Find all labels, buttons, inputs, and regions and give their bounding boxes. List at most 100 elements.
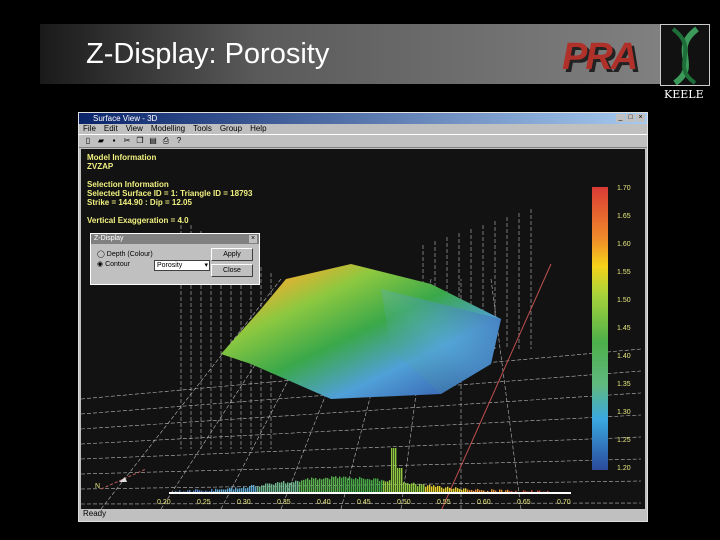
colorbar-tick-label: 1.65 (617, 213, 631, 220)
pra-logo: PRA (562, 36, 636, 79)
histogram-bar (393, 448, 394, 493)
histogram-bar (385, 481, 386, 493)
menu-edit[interactable]: Edit (104, 124, 118, 134)
histogram-bar (433, 485, 434, 493)
help-icon[interactable]: ? (174, 136, 184, 146)
histogram-bar (421, 484, 422, 493)
histogram-bar (427, 485, 428, 493)
grid-line (81, 437, 641, 459)
histogram-tick-label: 0.60 (477, 499, 491, 506)
histogram-bar (349, 477, 350, 493)
histogram-bar (327, 478, 328, 493)
3d-view[interactable]: Model Information ZVZAP Selection Inform… (81, 149, 645, 509)
histogram-bar (373, 479, 374, 493)
menu-bar: File Edit View Modelling Tools Group Hel… (79, 124, 647, 134)
apply-button[interactable]: Apply (211, 248, 253, 261)
histogram-bar (369, 479, 370, 493)
histogram-bar (341, 478, 342, 493)
histogram-bar (325, 478, 326, 493)
close-dialog-button[interactable]: Close (211, 264, 253, 277)
maximize-button[interactable]: □ (626, 114, 635, 122)
radio-depth-colour[interactable]: ◯ Depth (Colour) (97, 250, 153, 258)
histogram-bar (333, 477, 334, 493)
window-title: Surface View - 3D (93, 114, 157, 123)
cut-icon[interactable]: ✂ (122, 136, 132, 146)
colorbar-tick-label: 1.25 (617, 437, 631, 444)
print-icon[interactable]: ⎙ (161, 136, 171, 146)
selection-strike-dip: Strike = 144.90 : Dip = 12.05 (87, 198, 252, 207)
colorbar-tick-label: 1.70 (617, 185, 631, 192)
histogram-bar (295, 481, 296, 493)
histogram-bar (297, 481, 298, 493)
colorbar-tick-label: 1.50 (617, 297, 631, 304)
histogram-bar (271, 484, 272, 493)
histogram-bar (289, 483, 290, 493)
colorbar-tick-label: 1.35 (617, 381, 631, 388)
histogram-bar (353, 479, 354, 493)
histogram-bar (417, 486, 418, 493)
histogram-bar (407, 483, 408, 493)
histogram-bar (371, 480, 372, 493)
histogram-bar (381, 480, 382, 493)
histogram-bar (285, 483, 286, 493)
menu-tools[interactable]: Tools (193, 124, 212, 134)
app-window: Surface View - 3D _ □ × File Edit View Mod… (78, 112, 648, 522)
histogram-bar (277, 482, 278, 493)
property-select[interactable]: Porosity ▾ (154, 260, 210, 271)
z-display-dialog: Z-Display × ◯ Depth (Colour) ◉ Contour Po… (90, 233, 260, 285)
model-name: ZVZAP (87, 162, 252, 171)
color-scale-bar (592, 187, 608, 470)
minimize-button[interactable]: _ (616, 114, 625, 122)
histogram-bar (379, 481, 380, 493)
info-panel: Model Information ZVZAP Selection Inform… (87, 153, 252, 225)
histogram-bar (251, 485, 252, 493)
histogram-bar (397, 468, 398, 493)
histogram-bar (415, 484, 416, 493)
radio-contour-label: Contour (105, 261, 130, 268)
histogram-bar (335, 476, 336, 493)
histogram-bar (383, 481, 384, 493)
menu-group[interactable]: Group (220, 124, 242, 134)
histogram-tick-label: 0.70 (557, 499, 571, 506)
histogram-bar (315, 478, 316, 493)
histogram-bar (299, 482, 300, 493)
compass-label: N (95, 483, 100, 490)
histogram-bar (345, 477, 346, 493)
histogram-bar (249, 486, 250, 493)
grid-line (491, 279, 521, 509)
radio-contour[interactable]: ◉ Contour (97, 260, 130, 268)
colorbar-tick-label: 1.55 (617, 269, 631, 276)
histogram-bar (405, 483, 406, 493)
histogram-bar (411, 483, 412, 493)
histogram-bar (363, 479, 364, 493)
open-icon[interactable]: ▰ (96, 136, 106, 146)
histogram-bar (279, 483, 280, 493)
info-heading: Model Information (87, 153, 252, 162)
dialog-close-icon[interactable]: × (249, 235, 257, 243)
window-title-bar: Surface View - 3D _ □ × (79, 113, 647, 124)
save-icon[interactable]: ▪ (109, 136, 119, 146)
close-button[interactable]: × (636, 114, 645, 122)
histogram-tick-label: 0.35 (277, 499, 291, 506)
histogram-bar (313, 479, 314, 493)
histogram-bar (391, 448, 392, 493)
paste-icon[interactable]: ▤ (148, 136, 158, 146)
menu-view[interactable]: View (126, 124, 143, 134)
histogram-bar (351, 478, 352, 493)
histogram-tick-label: 0.45 (357, 499, 371, 506)
new-icon[interactable]: ▯ (83, 136, 93, 146)
histogram-tick-label: 0.30 (237, 499, 251, 506)
histogram-bar (357, 479, 358, 493)
copy-icon[interactable]: ❐ (135, 136, 145, 146)
menu-modelling[interactable]: Modelling (151, 124, 185, 134)
menu-file[interactable]: File (83, 124, 96, 134)
property-select-value: Porosity (157, 262, 182, 269)
histogram-bar (343, 477, 344, 493)
selection-surface: Selected Surface ID = 1: Triangle ID = 1… (87, 189, 252, 198)
histogram-bar (267, 484, 268, 493)
histogram-bar (387, 481, 388, 493)
histogram-bar (307, 478, 308, 493)
histogram-bar (269, 483, 270, 493)
radio-depth-label: Depth (Colour) (107, 251, 153, 258)
menu-help[interactable]: Help (250, 124, 266, 134)
